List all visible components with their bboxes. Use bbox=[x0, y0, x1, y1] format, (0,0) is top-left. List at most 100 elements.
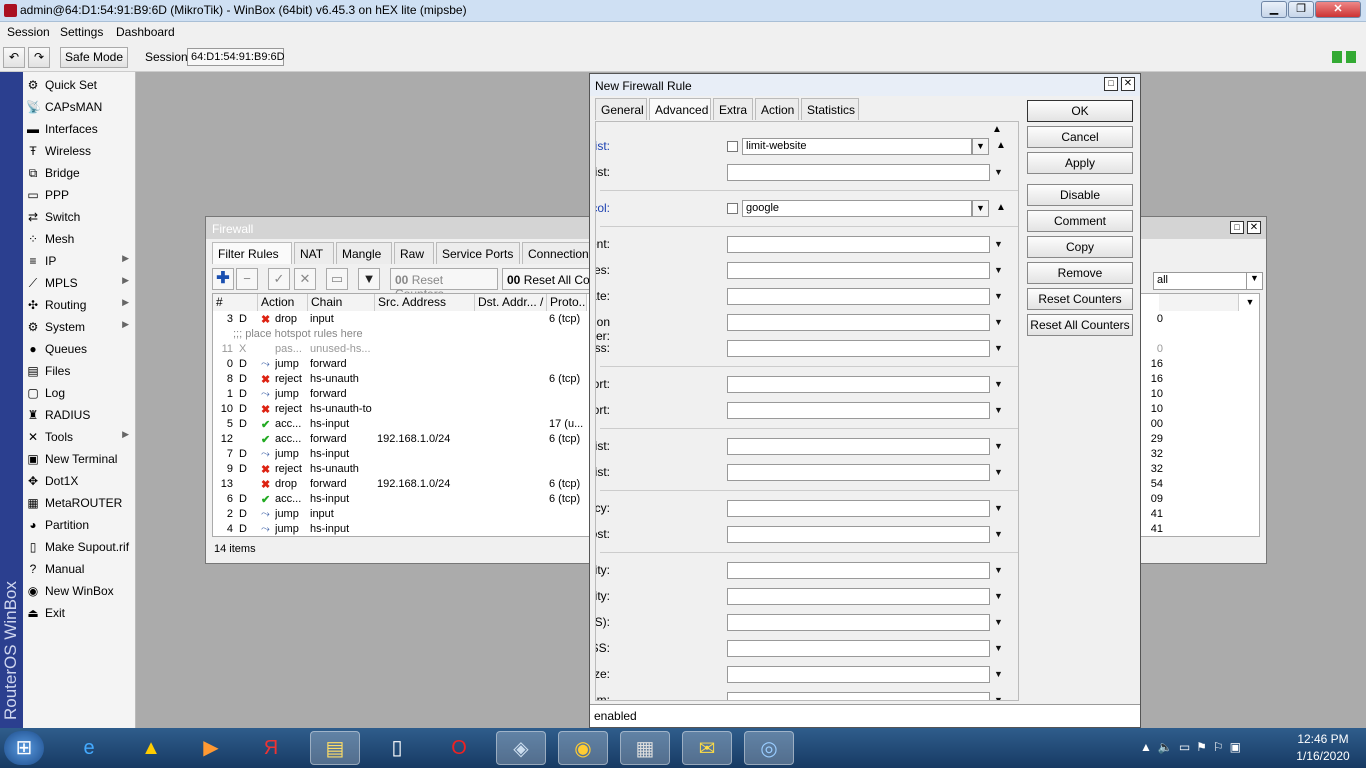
column-header[interactable]: Src. Address bbox=[375, 294, 475, 311]
connection-bytes-field[interactable] bbox=[727, 262, 990, 279]
dst-address-list-field[interactable] bbox=[727, 164, 990, 181]
connection-bytes-dropdown-icon[interactable]: ▼ bbox=[994, 265, 1003, 275]
apply-button[interactable]: Apply bbox=[1027, 152, 1133, 174]
layer7-protocol-field[interactable]: google bbox=[742, 200, 972, 217]
in-bridge-port-dropdown-icon[interactable]: ▼ bbox=[994, 405, 1003, 415]
sidebar-item-new-terminal[interactable]: ▣ New Terminal bbox=[23, 448, 135, 470]
filter-select-dropdown-icon[interactable]: ▼ bbox=[1246, 273, 1262, 289]
dialog-close-button[interactable]: ✕ bbox=[1121, 77, 1135, 91]
src-address-list-negate-checkbox[interactable] bbox=[727, 141, 738, 152]
src-mac-address-field[interactable] bbox=[727, 340, 990, 357]
sidebar-item-manual[interactable]: ? Manual bbox=[23, 558, 135, 580]
src-address-list-collapse-icon[interactable]: ▲ bbox=[996, 140, 1006, 151]
tab-filter-rules[interactable]: Filter Rules bbox=[212, 242, 292, 264]
disable-button[interactable]: Disable bbox=[1027, 184, 1133, 206]
enable-rule-button[interactable]: ✓ bbox=[268, 268, 290, 290]
explorer-icon[interactable]: ▤ bbox=[310, 731, 360, 765]
network-tool-icon[interactable]: ✉ bbox=[682, 731, 732, 765]
sidebar-item-tools[interactable]: ✕ Tools ▶ bbox=[23, 426, 135, 448]
copy-button[interactable]: Copy bbox=[1027, 236, 1133, 258]
random-field[interactable] bbox=[727, 692, 990, 700]
virtualbox-icon[interactable]: ◈ bbox=[496, 731, 546, 765]
per-connection-classifier-dropdown-icon[interactable]: ▼ bbox=[994, 317, 1003, 327]
random-dropdown-icon[interactable]: ▼ bbox=[994, 695, 1003, 700]
dialog-tab-action[interactable]: Action bbox=[755, 98, 799, 120]
tab-raw[interactable]: Raw bbox=[394, 242, 434, 264]
redo-button[interactable]: ↷ bbox=[28, 47, 50, 68]
layer7-protocol-collapse-icon[interactable]: ▲ bbox=[996, 202, 1006, 213]
column-header[interactable]: # bbox=[213, 294, 258, 311]
dialog-tab-general[interactable]: General bbox=[595, 98, 647, 120]
packet-size-field[interactable] bbox=[727, 666, 990, 683]
reset-all-counters-button[interactable]: Reset All Counters bbox=[1027, 314, 1133, 336]
columns-dropdown-icon[interactable]: ▼ bbox=[1240, 294, 1260, 311]
reset-counters-button[interactable]: 00 Reset Counters bbox=[390, 268, 498, 301]
ingress-priority-field[interactable] bbox=[727, 562, 990, 579]
remove-rule-button[interactable]: − bbox=[236, 268, 258, 290]
winbox-task-icon[interactable]: ◎ bbox=[744, 731, 794, 765]
document-icon[interactable]: ▯ bbox=[372, 731, 422, 765]
comment-rule-button[interactable]: ▭ bbox=[326, 268, 348, 290]
sidebar-item-quick-set[interactable]: ⚙ Quick Set bbox=[23, 74, 135, 96]
column-header-right[interactable] bbox=[1159, 294, 1239, 311]
ie-icon[interactable]: e bbox=[64, 731, 114, 765]
disable-rule-button[interactable]: ✕ bbox=[294, 268, 316, 290]
content-field[interactable] bbox=[727, 236, 990, 253]
dialog-tab-extra[interactable]: Extra bbox=[713, 98, 753, 120]
ingress-priority-dropdown-icon[interactable]: ▼ bbox=[994, 565, 1003, 575]
menu-dashboard[interactable]: Dashboard bbox=[116, 25, 175, 39]
per-connection-classifier-field[interactable] bbox=[727, 314, 990, 331]
maximize-button[interactable]: ❐ bbox=[1288, 1, 1314, 18]
src-mac-address-dropdown-icon[interactable]: ▼ bbox=[994, 343, 1003, 353]
menu-settings[interactable]: Settings bbox=[60, 25, 103, 39]
sidebar-item-interfaces[interactable]: ▬ Interfaces bbox=[23, 118, 135, 140]
menu-session[interactable]: Session bbox=[7, 25, 50, 39]
sidebar-item-routing[interactable]: ✣ Routing ▶ bbox=[23, 294, 135, 316]
tls-host-dropdown-icon[interactable]: ▼ bbox=[994, 529, 1003, 539]
ok-button[interactable]: OK bbox=[1027, 100, 1133, 122]
minimize-button[interactable]: ▁ bbox=[1261, 1, 1287, 18]
in-bridge-port-list-field[interactable] bbox=[727, 438, 990, 455]
sidebar-item-mesh[interactable]: ⁘ Mesh bbox=[23, 228, 135, 250]
layer7-protocol-dropdown-icon[interactable]: ▼ bbox=[972, 200, 989, 217]
sidebar-item-make-supout-rif[interactable]: ▯ Make Supout.rif bbox=[23, 536, 135, 558]
out-bridge-port-list-dropdown-icon[interactable]: ▼ bbox=[994, 467, 1003, 477]
tls-host-field[interactable] bbox=[727, 526, 990, 543]
filter-icon[interactable]: ▼ bbox=[358, 268, 380, 290]
sidebar-item-bridge[interactable]: ⧉ Bridge bbox=[23, 162, 135, 184]
cancel-button[interactable]: Cancel bbox=[1027, 126, 1133, 148]
in-bridge-port-list-dropdown-icon[interactable]: ▼ bbox=[994, 441, 1003, 451]
dscp-tos-dropdown-icon[interactable]: ▼ bbox=[994, 617, 1003, 627]
out-bridge-port-field[interactable] bbox=[727, 376, 990, 393]
connection-rate-dropdown-icon[interactable]: ▼ bbox=[994, 291, 1003, 301]
safe-mode-button[interactable]: Safe Mode bbox=[60, 47, 128, 68]
column-header[interactable]: Action bbox=[258, 294, 308, 311]
content-dropdown-icon[interactable]: ▼ bbox=[994, 239, 1003, 249]
sidebar-item-capsman[interactable]: 📡 CAPsMAN bbox=[23, 96, 135, 118]
sidebar-item-wireless[interactable]: Ŧ Wireless bbox=[23, 140, 135, 162]
sidebar-item-exit[interactable]: ⏏ Exit bbox=[23, 602, 135, 624]
reset-all-counters-button[interactable]: 00 Reset All Cou bbox=[502, 268, 592, 290]
sidebar-item-files[interactable]: ▤ Files bbox=[23, 360, 135, 382]
column-header[interactable]: Proto... bbox=[547, 294, 587, 311]
sidebar-item-new-winbox[interactable]: ◉ New WinBox bbox=[23, 580, 135, 602]
tab-mangle[interactable]: Mangle bbox=[336, 242, 392, 264]
start-button[interactable]: ⊞ bbox=[4, 731, 44, 765]
tray-icons[interactable]: ▲🔈▭⚑⚐▣ bbox=[1140, 740, 1247, 754]
src-address-list-field[interactable]: limit-website bbox=[742, 138, 972, 155]
firewall-close-button[interactable]: ✕ bbox=[1247, 221, 1261, 234]
scroll-up-icon[interactable]: ▲ bbox=[992, 124, 1002, 135]
priority-field[interactable] bbox=[727, 588, 990, 605]
media-icon[interactable]: ▶ bbox=[186, 731, 236, 765]
tab-nat[interactable]: NAT bbox=[294, 242, 334, 264]
clock-time[interactable]: 12:46 PM bbox=[1288, 732, 1358, 746]
comment-button[interactable]: Comment bbox=[1027, 210, 1133, 232]
dialog-tab-advanced[interactable]: Advanced bbox=[649, 98, 711, 120]
tcp-mss-dropdown-icon[interactable]: ▼ bbox=[994, 643, 1003, 653]
dialog-maximize-button[interactable]: □ bbox=[1104, 77, 1118, 91]
ipsec-policy-dropdown-icon[interactable]: ▼ bbox=[994, 503, 1003, 513]
opera-icon[interactable]: O bbox=[434, 731, 484, 765]
sidebar-item-system[interactable]: ⚙ System ▶ bbox=[23, 316, 135, 338]
session-value[interactable]: 64:D1:54:91:B9:6D bbox=[187, 48, 285, 66]
column-header[interactable]: Dst. Addr... / bbox=[475, 294, 547, 311]
